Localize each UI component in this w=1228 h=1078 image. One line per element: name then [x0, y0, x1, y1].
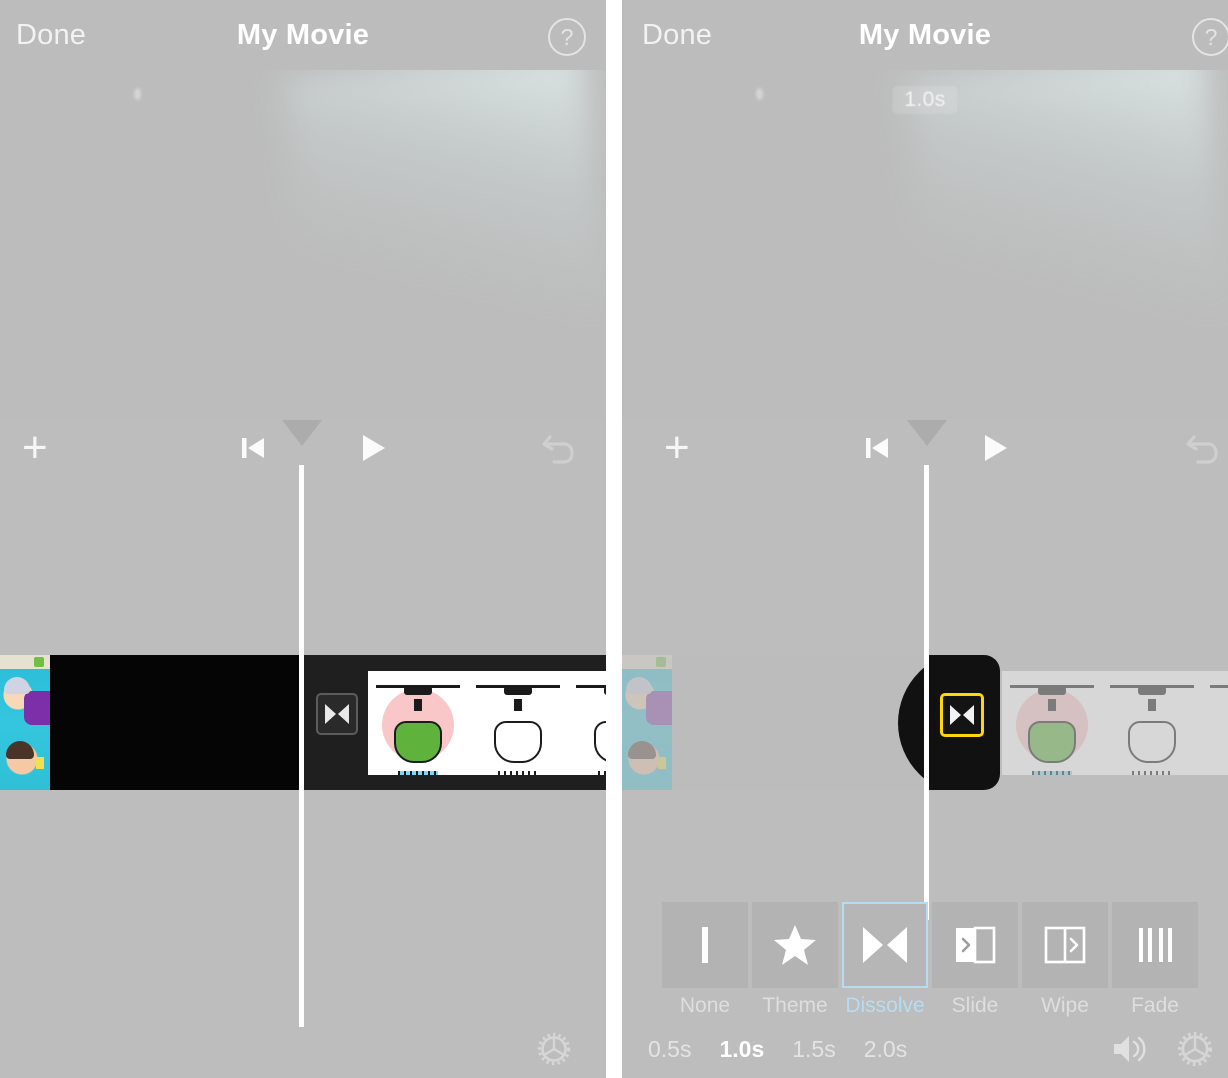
bottom-bar-right: 0.5s 1.0s 1.5s 2.0s	[622, 1020, 1228, 1078]
question-circle-icon[interactable]: ?	[548, 18, 586, 56]
duration-option-15[interactable]: 1.5s	[792, 1036, 835, 1063]
duration-overlay-badge: 1.0s	[892, 86, 958, 114]
dissolve-icon[interactable]	[940, 693, 984, 737]
screenshot-root: Done My Movie ? + 1.0s Done My Movie ? +…	[0, 0, 1228, 1078]
timeline-clip-1[interactable]	[622, 655, 924, 790]
transition-option-label: Fade	[1131, 994, 1179, 1017]
page-title: My Movie	[858, 18, 992, 51]
preview-speck	[134, 88, 141, 100]
gear-icon[interactable]	[536, 1031, 572, 1067]
play-icon[interactable]	[352, 428, 392, 468]
transition-option-label: Dissolve	[845, 994, 925, 1017]
clip-1-thumbnail	[0, 655, 50, 790]
transition-option-slide[interactable]: Slide	[932, 902, 1018, 1020]
undo-icon[interactable]	[540, 431, 578, 465]
done-button[interactable]: Done	[16, 19, 86, 52]
undo-icon[interactable]	[1184, 431, 1222, 465]
playhead-marker-right	[907, 420, 947, 446]
clip-1-thumbnail	[622, 655, 672, 790]
panel-divider	[606, 0, 622, 1078]
skip-to-start-icon[interactable]	[860, 431, 894, 465]
duration-option-20[interactable]: 2.0s	[864, 1036, 907, 1063]
transition-option-label: None	[679, 994, 731, 1017]
speaker-icon[interactable]	[1110, 1032, 1150, 1066]
star-icon[interactable]	[752, 902, 838, 988]
plus-icon[interactable]: +	[22, 426, 48, 470]
playhead-line-right[interactable]	[924, 465, 929, 920]
transition-option-theme[interactable]: Theme	[752, 902, 838, 1020]
wipe-icon[interactable]	[1022, 902, 1108, 988]
plus-icon[interactable]: +	[664, 426, 690, 470]
preview-speck	[756, 88, 763, 100]
transition-option-label: Wipe	[1041, 994, 1089, 1017]
panel-before: Done My Movie ? +	[0, 0, 606, 1078]
timeline-clip-2[interactable]	[928, 655, 1228, 790]
dissolve-icon[interactable]	[316, 693, 358, 735]
timeline-clip-2[interactable]	[304, 655, 606, 790]
playhead-line-left[interactable]	[299, 465, 304, 1027]
skip-to-start-icon[interactable]	[236, 431, 270, 465]
navigation-bar-right: Done My Movie ?	[622, 0, 1228, 70]
filmstrip-frame	[568, 671, 606, 775]
page-title: My Movie	[236, 18, 370, 51]
filmstrip-frame	[468, 671, 568, 775]
clip-2-filmstrip	[368, 671, 606, 775]
duration-option-10[interactable]: 1.0s	[719, 1036, 764, 1063]
bottom-icons-left	[536, 1031, 572, 1067]
dissolve-icon[interactable]	[842, 902, 928, 988]
done-button[interactable]: Done	[642, 19, 712, 52]
transition-option-fade[interactable]: Fade	[1112, 902, 1198, 1020]
preview-light-streak	[283, 45, 606, 415]
play-icon[interactable]	[974, 428, 1014, 468]
filmstrip-frame	[1002, 671, 1102, 775]
question-circle-icon[interactable]: ?	[1192, 18, 1228, 56]
playhead-marker-left	[282, 420, 322, 446]
none-bar-icon[interactable]	[662, 902, 748, 988]
navigation-bar-left: Done My Movie ?	[0, 0, 606, 70]
filmstrip-frame	[1202, 671, 1228, 775]
duration-option-05[interactable]: 0.5s	[648, 1036, 691, 1063]
bottom-icons-right	[1110, 1030, 1214, 1068]
transition-focus-circle	[898, 655, 924, 790]
bottom-bar-left	[0, 1020, 606, 1078]
transition-options-panel: None Theme Dissolve Slide Wipe Fade	[662, 902, 1228, 1020]
transition-option-none[interactable]: None	[662, 902, 748, 1020]
filmstrip-frame	[1102, 671, 1202, 775]
timeline-clip-1[interactable]	[0, 655, 302, 790]
slide-icon[interactable]	[932, 902, 1018, 988]
filmstrip-frame	[368, 671, 468, 775]
fade-icon[interactable]	[1112, 902, 1198, 988]
transition-option-wipe[interactable]: Wipe	[1022, 902, 1108, 1020]
transition-option-label: Theme	[762, 994, 828, 1017]
clip-2-filmstrip	[1002, 671, 1228, 775]
gear-icon[interactable]	[1176, 1030, 1214, 1068]
transition-option-dissolve[interactable]: Dissolve	[842, 902, 928, 1020]
duration-selector: 0.5s 1.0s 1.5s 2.0s	[648, 1036, 935, 1063]
panel-after: 1.0s Done My Movie ? + None Theme Dissol…	[622, 0, 1228, 1078]
transition-option-label: Slide	[951, 994, 999, 1017]
